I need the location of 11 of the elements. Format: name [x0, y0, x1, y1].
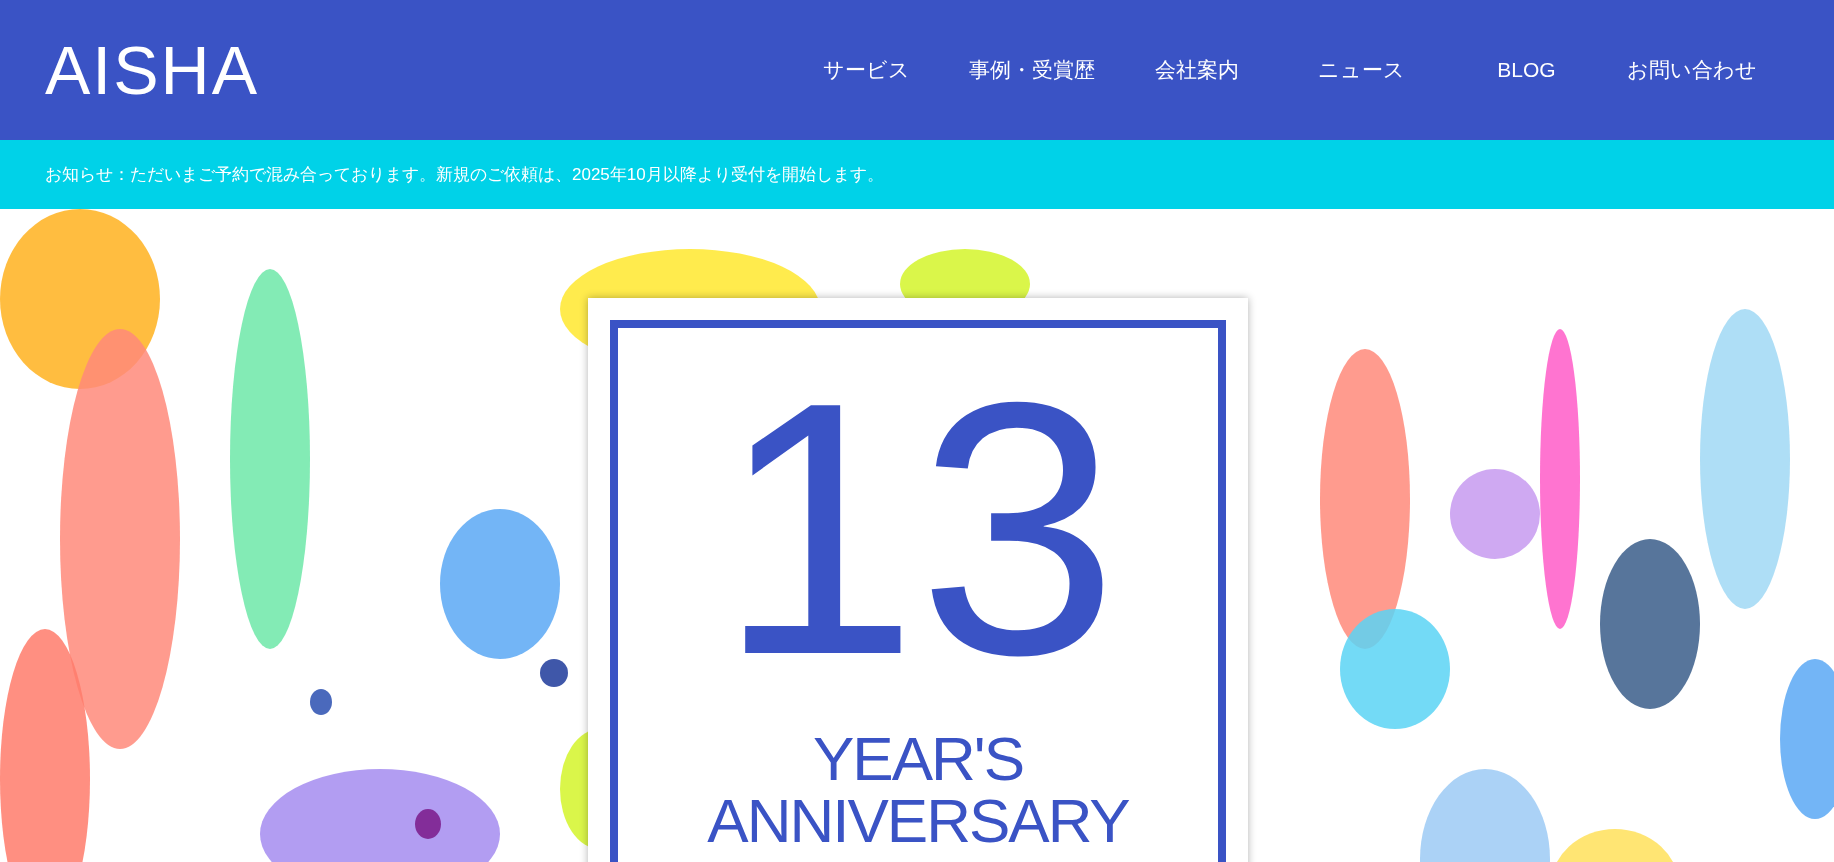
notice-text: お知らせ：ただいまご予約で混み合っております。新規のご依頼は、2025年10月以降より受付を開始します。 [45, 163, 884, 186]
anniversary-number: 13 [716, 348, 1120, 708]
nav-link[interactable]: BLOG [1444, 54, 1609, 86]
nav-link[interactable]: ニュース [1279, 54, 1444, 86]
anniversary-title: YEAR'S [813, 728, 1023, 790]
logo[interactable]: AISHA [45, 36, 260, 104]
nav-link[interactable]: 事例・受賞歴 [949, 54, 1114, 86]
nav-link[interactable]: お問い合わせ [1609, 54, 1774, 86]
anniversary-subtitle: ANNIVERSARY [707, 790, 1129, 852]
nav-link[interactable]: 会社案内 [1114, 54, 1279, 86]
nav-link[interactable]: サービス [784, 54, 949, 86]
